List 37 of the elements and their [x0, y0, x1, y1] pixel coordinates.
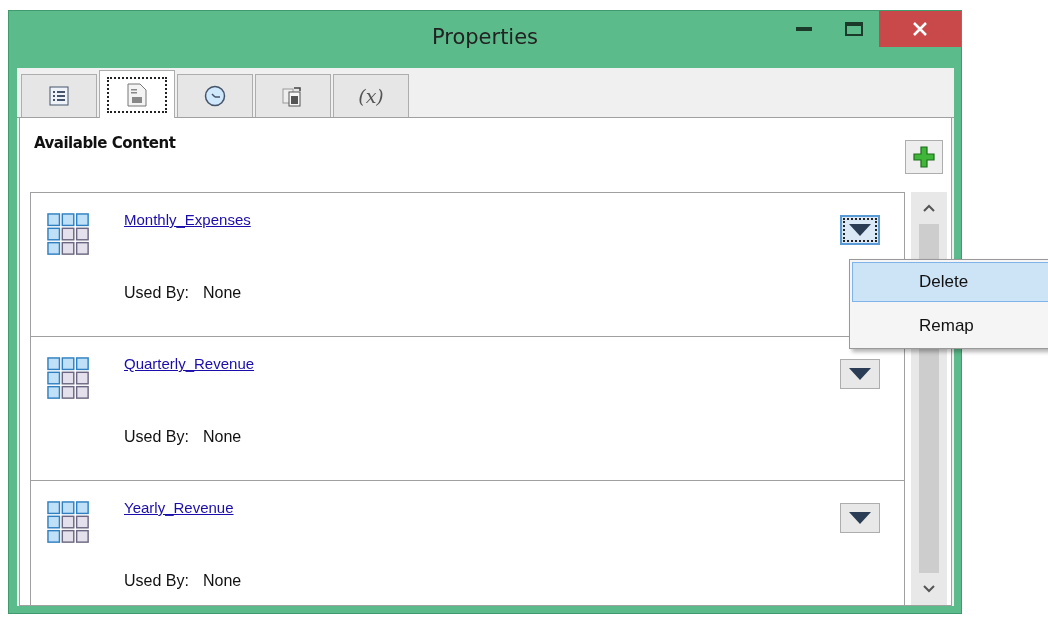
- close-button[interactable]: [879, 11, 961, 47]
- clock-icon: [204, 85, 226, 107]
- caret-icon: [849, 368, 871, 380]
- variable-label: (x): [358, 85, 384, 107]
- content-link[interactable]: Monthly_Expenses: [124, 211, 251, 228]
- used-by-value: None: [202, 284, 242, 302]
- used-by-label: Used By:: [124, 428, 189, 446]
- dropdown-button[interactable]: [840, 359, 880, 389]
- menu-item[interactable]: Remap: [852, 306, 1048, 346]
- minimize-icon: [796, 27, 812, 31]
- tab[interactable]: (x): [333, 74, 409, 117]
- add-button[interactable]: [905, 140, 943, 174]
- used-by-label: Used By:: [124, 572, 189, 590]
- grid-icon: [47, 357, 91, 401]
- menu-item[interactable]: Delete: [852, 262, 1048, 302]
- plus-icon: [912, 145, 936, 169]
- used-by-value: None: [202, 428, 242, 446]
- tab[interactable]: [99, 70, 175, 118]
- close-icon: [913, 22, 927, 36]
- caret-icon: [849, 224, 871, 236]
- maximize-icon: [845, 22, 863, 36]
- scroll-down-icon[interactable]: [923, 585, 935, 593]
- grid-icon: [47, 501, 91, 545]
- section-title: Available Content: [34, 134, 176, 152]
- content-link[interactable]: Yearly_Revenue: [124, 499, 234, 516]
- list-icon: [49, 86, 69, 106]
- dropdown-button[interactable]: [840, 503, 880, 533]
- caret-icon: [849, 512, 871, 524]
- content-link[interactable]: Quarterly_Revenue: [124, 355, 255, 372]
- window-title: Properties: [431, 25, 539, 49]
- document-icon: [127, 82, 147, 107]
- grid-icon: [47, 213, 91, 257]
- used-by-value: None: [202, 572, 242, 590]
- dropdown-button[interactable]: [840, 215, 880, 245]
- used-by-label: Used By:: [124, 284, 189, 302]
- scroll-up-icon[interactable]: [923, 204, 935, 212]
- copy-document-icon: [282, 85, 304, 107]
